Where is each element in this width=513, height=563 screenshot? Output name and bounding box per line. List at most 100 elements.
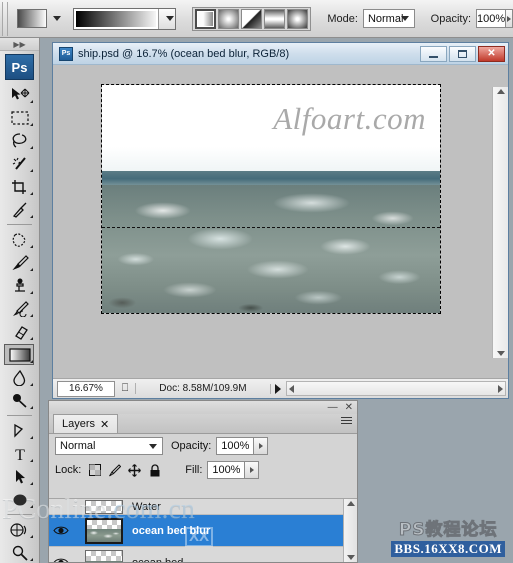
document-image[interactable]: Alfoart.com [101,84,441,314]
angle-gradient-button[interactable] [241,8,263,29]
layer-visibility-toggle[interactable] [51,525,71,536]
panel-close-icon[interactable]: ✕ [345,402,353,413]
gradient-picker[interactable] [73,7,177,30]
history-brush-tool[interactable] [0,297,39,320]
clone-stamp-tool[interactable] [0,274,39,297]
layer-thumbnail[interactable] [85,549,123,562]
history-brush-icon [11,300,29,317]
tool-more-icon [30,436,33,439]
maximize-button[interactable] [449,45,476,62]
scroll-left-icon[interactable] [288,384,294,393]
dodge-icon [11,393,29,409]
close-button[interactable]: ✕ [478,45,505,62]
magic-wand-tool[interactable] [0,152,39,175]
crop-tool[interactable] [0,175,39,198]
tools-palette-collapse-button[interactable]: ▶▶ [0,38,39,51]
options-bar-grip[interactable] [2,1,9,36]
healing-brush-tool[interactable] [0,228,39,251]
layer-opacity-stepper[interactable] [254,437,269,455]
diamond-gradient-button[interactable] [287,8,309,29]
layers-list[interactable]: Water ocean bed blur ocean bed [49,498,357,562]
move-tool[interactable] [0,83,39,106]
forum-watermark-url: BBS.16XX8.COM [391,541,505,557]
canvas-horizontal-scrollbar[interactable] [285,381,506,396]
layer-opacity-field[interactable]: 100% [216,437,255,455]
lock-transparent-pixels-icon[interactable] [88,464,101,477]
canvas-vertical-scrollbar[interactable] [492,87,508,358]
layer-row-ocean-bed-blur[interactable]: ocean bed blur [49,515,357,547]
chevron-down-icon[interactable] [53,16,62,21]
document-thumbnail-icon[interactable]: ⎕ [115,382,135,395]
brush-tool[interactable] [0,251,39,274]
eyedropper-icon [11,202,29,218]
lock-all-icon[interactable] [148,463,161,477]
lasso-tool[interactable] [0,129,39,152]
dodge-tool[interactable] [0,389,39,412]
zoom-level-field[interactable]: 16.67% [57,380,115,397]
layer-thumbnail[interactable] [85,517,123,544]
magic-wand-icon [11,156,29,172]
minimize-button[interactable] [420,45,447,62]
radial-gradient-button[interactable] [218,8,240,29]
layer-fill-field[interactable]: 100% [207,461,246,479]
canvas-area[interactable]: Alfoart.com [53,65,508,378]
gradient-preview-swatch[interactable] [74,8,159,29]
gradient-tool-preset-group[interactable] [17,9,62,28]
mode-label: Mode: [327,12,358,25]
scroll-down-icon[interactable] [496,351,505,356]
path-arrow-icon [11,469,29,485]
eyedropper-tool[interactable] [0,198,39,221]
tool-more-icon [30,291,33,294]
pen-tool[interactable] [0,419,39,442]
tab-close-icon[interactable]: ✕ [100,418,109,431]
fill-label: Fill: [185,464,203,476]
gradient-tool-icon[interactable] [17,9,48,28]
reflected-gradient-button[interactable] [264,8,286,29]
layer-name-label: ocean bed [132,557,183,563]
tab-layers[interactable]: Layers ✕ [53,414,119,433]
tools-divider [7,514,32,515]
opacity-stepper[interactable] [506,9,513,28]
path-selection-tool[interactable] [0,465,39,488]
layer-thumbnail[interactable] [85,499,123,514]
gradient-type-buttons [192,6,312,31]
image-ocean-bed-region [102,185,440,313]
lock-label: Lock: [55,464,82,476]
document-titlebar[interactable]: Ps ship.psd @ 16.7% (ocean bed blur, RGB… [53,43,508,65]
opacity-input[interactable]: 100% [476,9,507,28]
rectangular-marquee-tool[interactable] [0,106,39,129]
scroll-right-icon[interactable] [498,384,503,393]
gradient-tool[interactable] [0,343,39,366]
tool-more-icon [30,383,33,386]
chevron-right-icon [249,467,254,473]
status-menu-button[interactable] [269,383,286,394]
lock-position-icon[interactable] [128,463,142,477]
ellipse-shape-tool[interactable] [0,488,39,511]
panel-minimize-icon[interactable]: — [328,402,338,413]
type-tool[interactable]: T [0,442,39,465]
3d-rotate-tool[interactable] [0,518,39,541]
panel-menu-button[interactable] [341,417,352,424]
scroll-up-icon[interactable] [346,501,355,506]
zoom-tool[interactable] [0,541,39,563]
layer-row-ocean-bed[interactable]: ocean bed [49,547,357,562]
blend-mode-select[interactable]: Normal [362,9,415,28]
layers-panel-titlebar[interactable]: — ✕ [49,401,357,414]
eraser-tool[interactable] [0,320,39,343]
linear-gradient-button[interactable] [195,8,217,29]
tool-more-icon [30,123,33,126]
blur-tool[interactable] [0,366,39,389]
forum-watermark-title: PS教程论坛 [398,520,498,541]
layer-visibility-toggle[interactable] [51,557,71,562]
layer-name-label: Water [132,500,161,513]
layers-list-scrollbar[interactable] [343,499,357,562]
layer-fill-stepper[interactable] [245,461,260,479]
lock-image-pixels-icon[interactable] [108,463,122,477]
layers-panel-tabrow: Layers ✕ [49,414,357,434]
scroll-up-icon[interactable] [496,89,505,94]
forum-watermark: PS教程论坛 BBS.16XX8.COM [391,515,505,557]
layer-row-water[interactable]: Water [49,499,357,515]
layer-blend-mode-select[interactable]: Normal [55,437,163,455]
gradient-picker-dropdown[interactable] [158,8,176,29]
scroll-down-icon[interactable] [346,555,355,560]
